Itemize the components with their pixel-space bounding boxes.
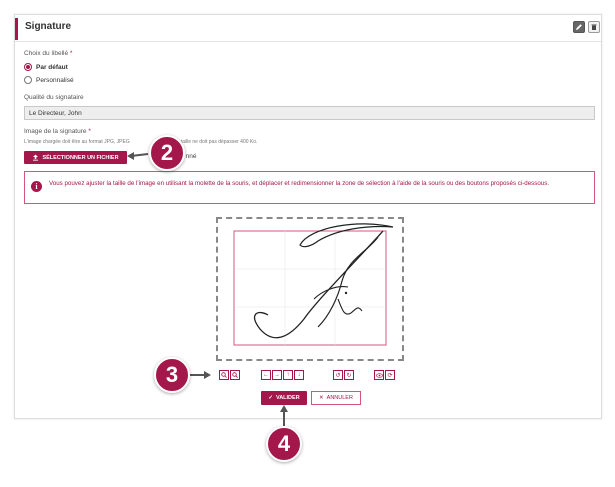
other-tools: ⟳	[374, 370, 395, 380]
rotate-right-icon[interactable]: ↻	[344, 370, 354, 380]
file-status-start: A	[130, 153, 134, 160]
radio-default[interactable]: Par défaut	[24, 63, 68, 71]
validate-button[interactable]: ✓ VALIDER	[261, 391, 307, 405]
signature-panel: Signature Choix du libellé * Par défaut …	[14, 14, 602, 419]
callout-2: 2	[149, 135, 185, 171]
file-status-end: nné	[185, 153, 197, 160]
reset-icon[interactable]: ⟳	[385, 370, 395, 380]
eye-icon[interactable]	[374, 370, 384, 380]
label-choice-heading: Choix du libellé *	[24, 50, 72, 57]
alert-text: Vous pouvez ajuster la taille de l'image…	[49, 180, 550, 187]
radio-button-unchecked[interactable]	[24, 76, 32, 84]
radio-custom-label: Personnalisé	[36, 76, 74, 84]
close-icon: ✕	[319, 395, 324, 401]
label-choice-text: Choix du libellé	[24, 50, 69, 57]
signatory-label: Qualité du signataire	[24, 94, 84, 101]
file-hint-start: L'image chargée doit être au format JPG,…	[24, 139, 130, 145]
zoom-tools	[219, 370, 240, 380]
info-icon: i	[31, 181, 42, 192]
cancel-label: ANNULER	[326, 395, 353, 401]
arrow-right-icon[interactable]: →	[272, 370, 282, 380]
arrow-up-icon[interactable]: ↑	[283, 370, 293, 380]
required-marker: *	[88, 128, 91, 135]
panel-header: Signature	[15, 15, 601, 42]
callout-3: 3	[154, 357, 190, 393]
cancel-button[interactable]: ✕ ANNULER	[311, 391, 361, 405]
required-marker: *	[69, 50, 73, 57]
zoom-in-icon[interactable]	[219, 370, 229, 380]
validate-label: VALIDER	[275, 395, 300, 401]
info-alert: i Vous pouvez ajuster la taille de l'ima…	[24, 171, 595, 204]
signature-image-label: Image de la signature	[24, 128, 87, 135]
panel-title: Signature	[25, 21, 72, 32]
radio-default-label: Par défaut	[36, 63, 68, 71]
image-cropper[interactable]	[216, 217, 404, 361]
file-hint-end: a taille ne doit pas dépasser 400 Ko.	[176, 139, 258, 145]
move-tools: ← → ↑ ↓	[261, 370, 304, 380]
arrow-down-icon[interactable]: ↓	[294, 370, 304, 380]
arrow-left-icon[interactable]: ←	[261, 370, 271, 380]
trash-icon	[591, 24, 597, 30]
radio-custom[interactable]: Personnalisé	[24, 76, 74, 84]
check-icon: ✓	[268, 395, 273, 401]
rotate-left-icon[interactable]: ↺	[333, 370, 343, 380]
select-file-label: SÉLECTIONNER UN FICHIER	[42, 154, 119, 161]
accent-bar	[15, 18, 18, 40]
zoom-out-icon[interactable]	[230, 370, 240, 380]
rotate-tools: ↺ ↻	[333, 370, 354, 380]
pencil-icon	[576, 24, 582, 30]
signature-image	[233, 223, 394, 346]
radio-button-checked[interactable]	[24, 63, 32, 71]
signatory-field[interactable]: Le Directeur, John	[24, 106, 595, 120]
delete-button[interactable]	[588, 21, 600, 33]
file-hint: L'image chargée doit être au format JPG,…	[24, 139, 257, 145]
select-file-button[interactable]: SÉLECTIONNER UN FICHIER	[24, 151, 127, 164]
upload-icon	[33, 154, 39, 161]
signature-image-heading: Image de la signature *	[24, 128, 91, 135]
callout-4: 4	[266, 426, 302, 462]
edit-button[interactable]	[573, 21, 585, 33]
